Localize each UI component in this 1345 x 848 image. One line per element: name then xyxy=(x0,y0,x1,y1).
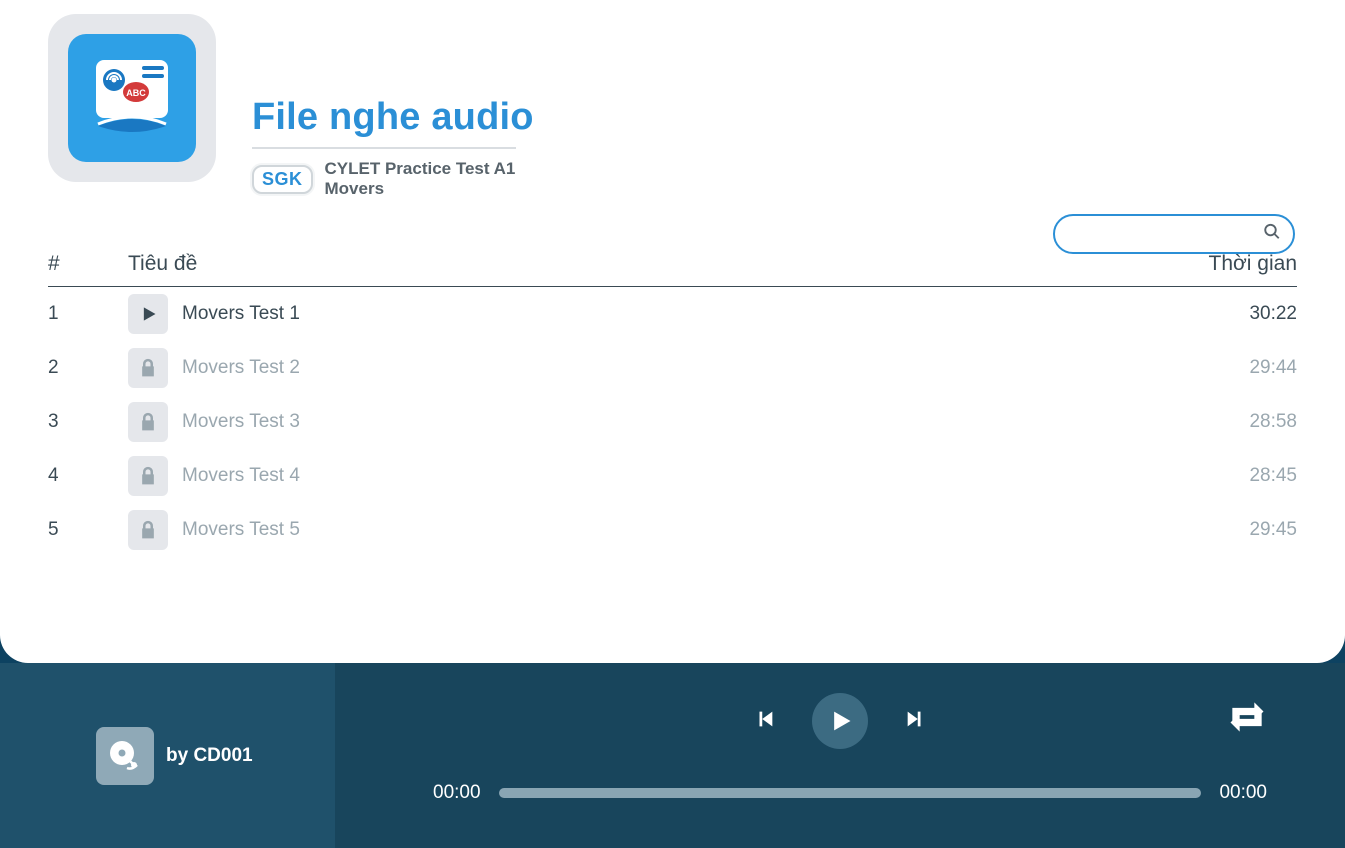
svg-text:ABC: ABC xyxy=(126,88,146,98)
row-index: 3 xyxy=(48,411,128,433)
row-time: 29:45 xyxy=(1177,519,1297,541)
row-index: 2 xyxy=(48,357,128,379)
row-title-cell: Movers Test 1 xyxy=(128,294,1177,334)
play-button[interactable] xyxy=(812,693,868,749)
search-icon xyxy=(1263,223,1281,246)
player-bar: by CD001 00:00 00:00 xyxy=(0,663,1345,848)
page-title: File nghe audio xyxy=(252,96,545,139)
search-wrap xyxy=(1053,214,1295,254)
row-time: 28:58 xyxy=(1177,411,1297,433)
lock-icon xyxy=(128,510,168,550)
progress-track[interactable] xyxy=(499,788,1202,798)
player-right: 00:00 00:00 xyxy=(335,663,1345,848)
player-left: by CD001 xyxy=(0,663,335,848)
row-title-cell: Movers Test 4 xyxy=(128,456,1177,496)
col-title: Tiêu đề xyxy=(128,252,1177,276)
row-index: 4 xyxy=(48,465,128,487)
row-index: 5 xyxy=(48,519,128,541)
cd-icon xyxy=(96,727,154,785)
lock-icon xyxy=(128,402,168,442)
table-row[interactable]: 2 Movers Test 2 29:44 xyxy=(48,341,1297,395)
table-row[interactable]: 1 Movers Test 1 30:22 xyxy=(48,287,1297,341)
col-time: Thời gian xyxy=(1177,252,1297,276)
title-underline xyxy=(252,147,516,149)
table-row[interactable]: 5 Movers Test 5 29:45 xyxy=(48,503,1297,557)
table-header: # Tiêu đề Thời gian xyxy=(48,252,1297,287)
loop-button[interactable] xyxy=(1225,697,1269,742)
play-icon[interactable] xyxy=(128,294,168,334)
row-time: 30:22 xyxy=(1177,303,1297,325)
row-title-cell: Movers Test 5 xyxy=(128,510,1177,550)
controls-row xyxy=(335,693,1345,749)
elapsed-time: 00:00 xyxy=(433,782,481,804)
row-title: Movers Test 5 xyxy=(182,519,300,541)
lock-icon xyxy=(128,456,168,496)
track-table: # Tiêu đề Thời gian 1 Movers Test 1 30:22 2… xyxy=(48,252,1297,557)
table-row[interactable]: 3 Movers Test 3 28:58 xyxy=(48,395,1297,449)
row-title-cell: Movers Test 2 xyxy=(128,348,1177,388)
row-time: 28:45 xyxy=(1177,465,1297,487)
lock-icon xyxy=(128,348,168,388)
row-title-cell: Movers Test 3 xyxy=(128,402,1177,442)
progress-row: 00:00 00:00 xyxy=(433,782,1267,804)
row-index: 1 xyxy=(48,303,128,325)
row-title: Movers Test 4 xyxy=(182,465,300,487)
col-index: # xyxy=(48,252,128,276)
title-block: File nghe audio SGK CYLET Practice Test … xyxy=(252,96,545,200)
subtitle-row: SGK CYLET Practice Test A1 Movers xyxy=(252,159,545,200)
table-body: 1 Movers Test 1 30:22 2 Movers Test 2 29:44 3 M… xyxy=(48,287,1297,557)
player-by-text: by CD001 xyxy=(166,745,253,767)
app-icon: ABC xyxy=(48,14,216,182)
row-time: 29:44 xyxy=(1177,357,1297,379)
subtitle-text: CYLET Practice Test A1 Movers xyxy=(325,159,545,200)
total-time: 00:00 xyxy=(1219,782,1267,804)
row-title: Movers Test 2 xyxy=(182,357,300,379)
audio-book-icon: ABC xyxy=(68,34,196,162)
header-row: ABC File nghe audio SGK CYLET Practice T… xyxy=(0,10,1345,200)
row-title: Movers Test 3 xyxy=(182,411,300,433)
search-input[interactable] xyxy=(1053,214,1295,254)
prev-button[interactable] xyxy=(754,708,776,735)
next-button[interactable] xyxy=(904,708,926,735)
main-card: ABC File nghe audio SGK CYLET Practice T… xyxy=(0,0,1345,663)
sgk-badge: SGK xyxy=(252,165,313,194)
table-row[interactable]: 4 Movers Test 4 28:45 xyxy=(48,449,1297,503)
row-title: Movers Test 1 xyxy=(182,303,300,325)
